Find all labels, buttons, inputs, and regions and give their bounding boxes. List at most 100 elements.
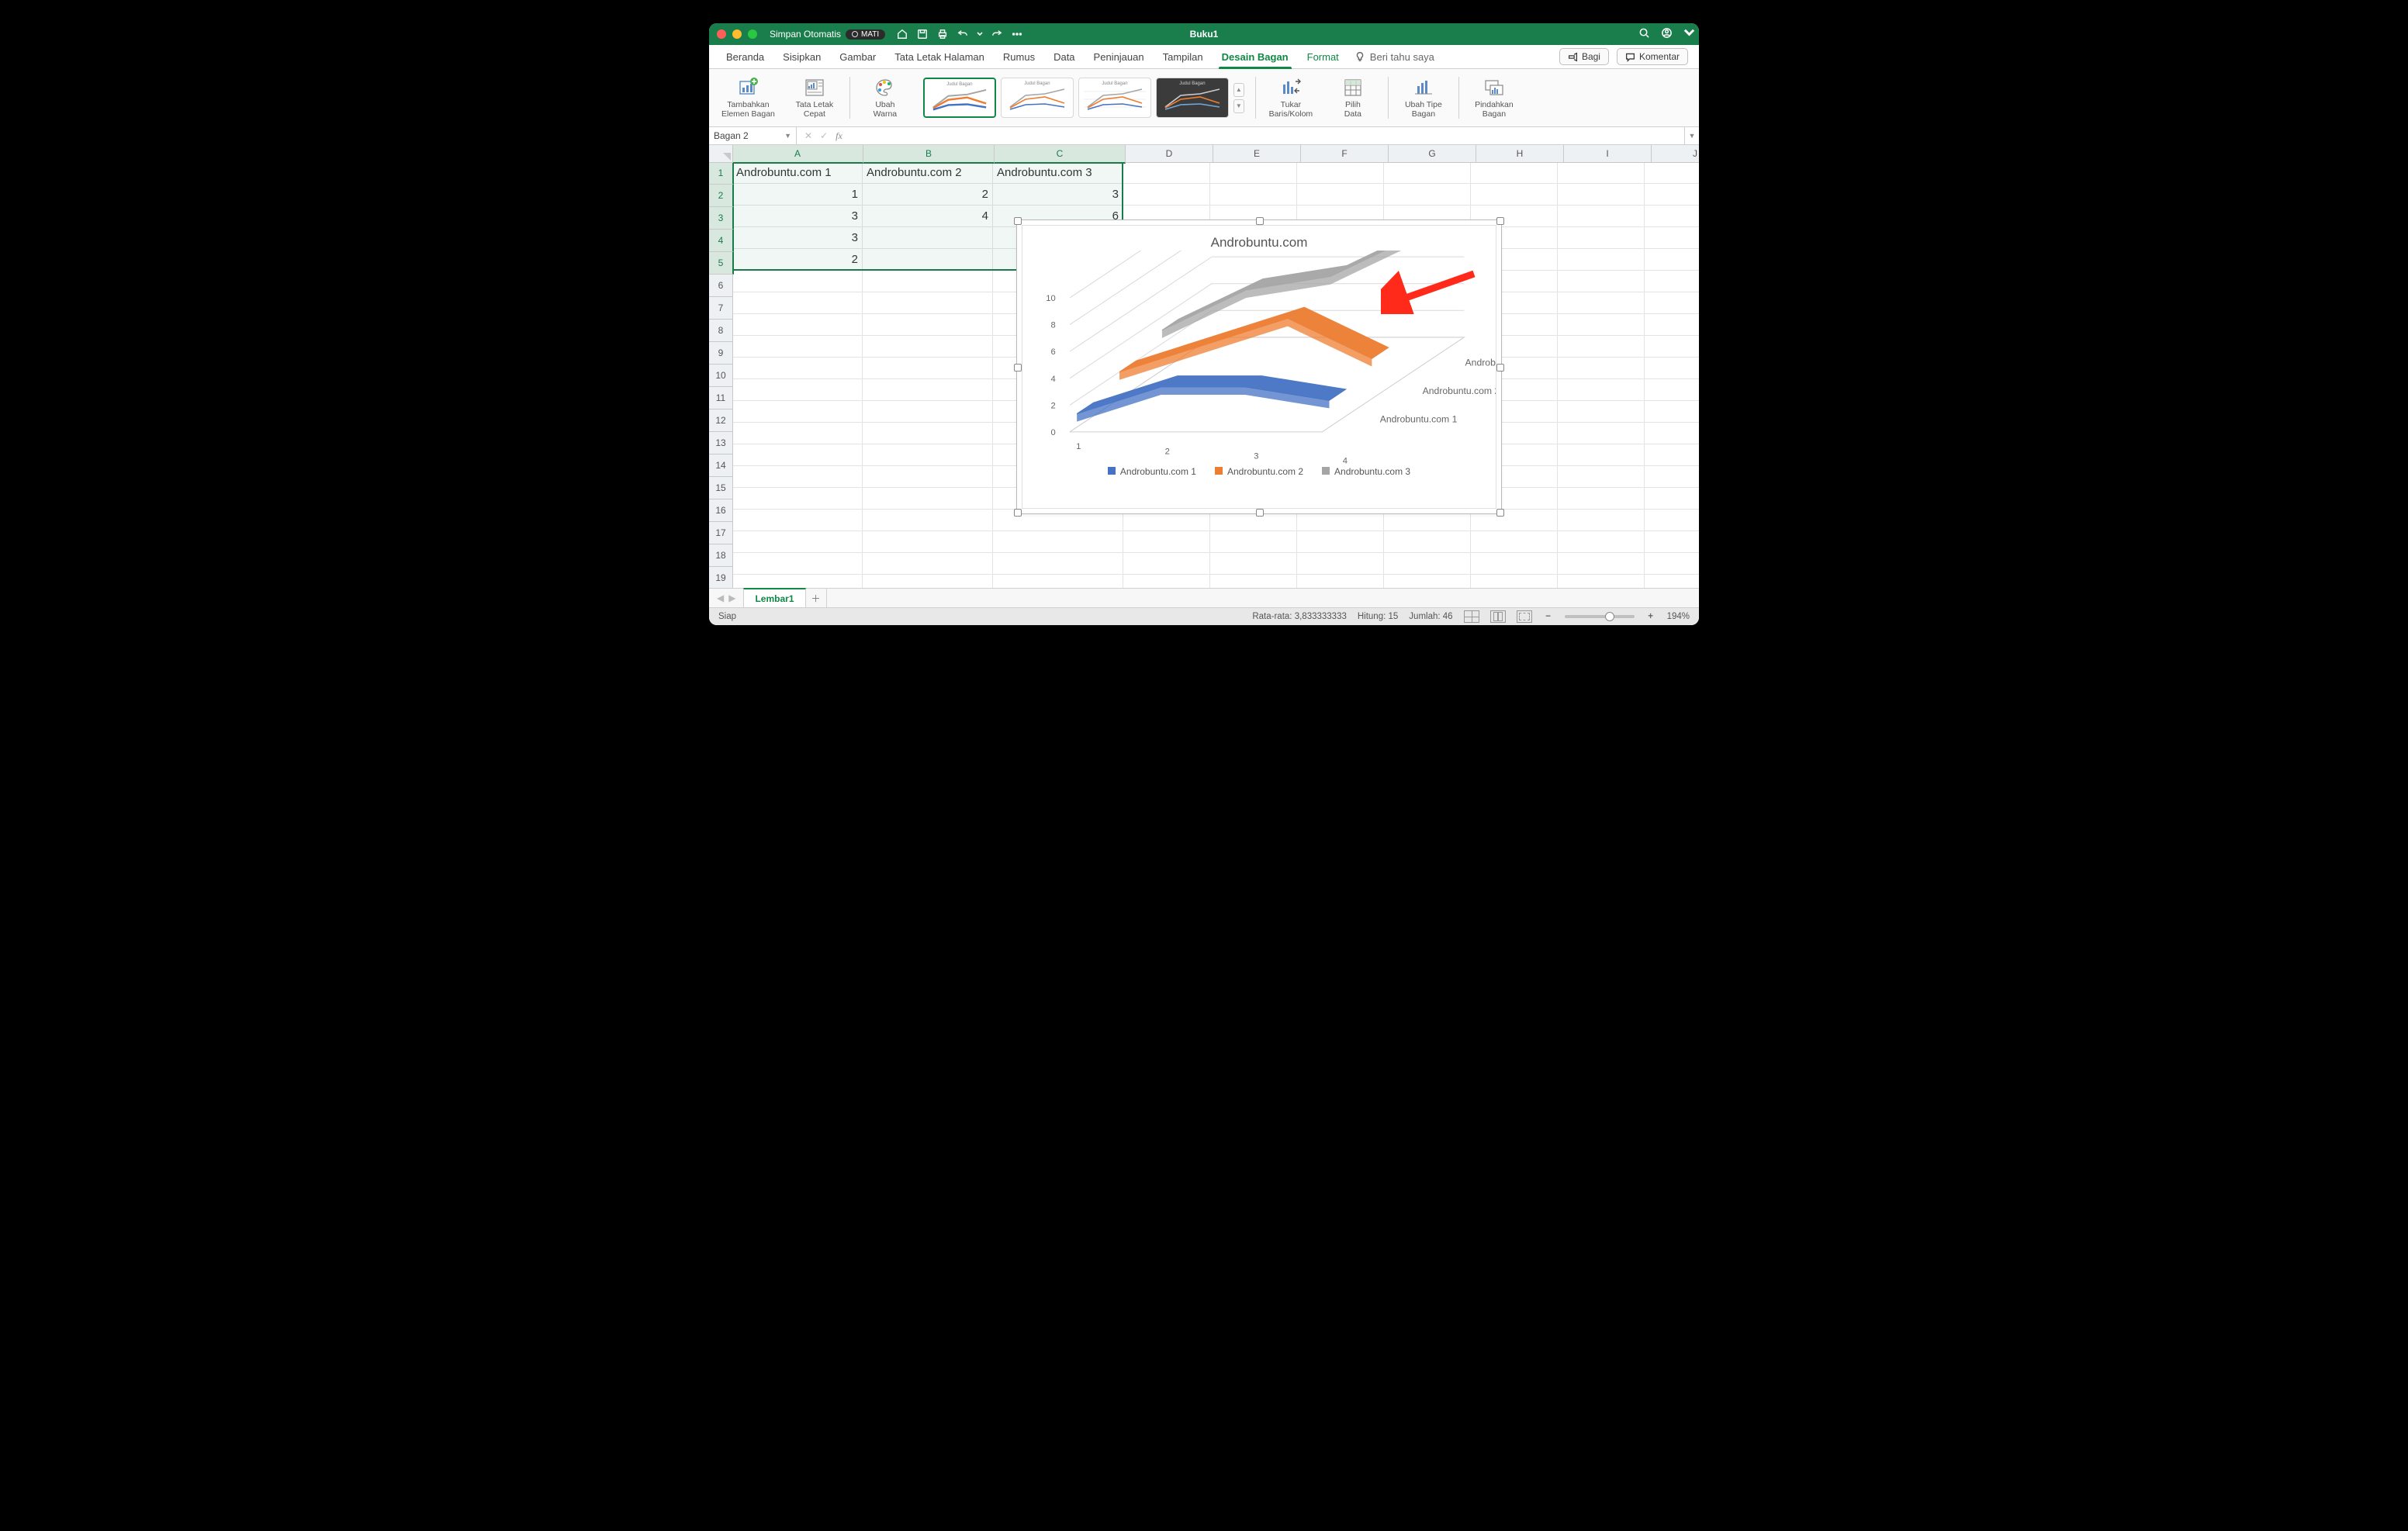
row-header[interactable]: 18 xyxy=(709,544,733,567)
cell[interactable] xyxy=(863,358,993,379)
cell[interactable] xyxy=(1558,227,1645,249)
cell[interactable] xyxy=(732,292,863,314)
column-header[interactable]: H xyxy=(1476,145,1564,163)
cell[interactable] xyxy=(1645,358,1699,379)
account-dropdown-icon[interactable] xyxy=(1683,27,1691,41)
cell[interactable] xyxy=(1558,271,1645,292)
row-header[interactable]: 6 xyxy=(709,275,733,297)
tab-draw[interactable]: Gambar xyxy=(830,45,885,68)
cell[interactable] xyxy=(1558,314,1645,336)
chart-handle-nw[interactable] xyxy=(1014,217,1022,225)
chart-style-4[interactable]: Judul Bagan xyxy=(1156,78,1229,118)
redo-icon[interactable] xyxy=(991,28,1003,40)
account-icon[interactable] xyxy=(1661,27,1673,41)
view-page-layout-icon[interactable] xyxy=(1490,610,1506,623)
cell[interactable] xyxy=(1645,531,1699,553)
cell[interactable] xyxy=(1297,184,1384,206)
cell[interactable] xyxy=(732,553,863,575)
chart-style-2[interactable]: Judul Bagan xyxy=(1001,78,1074,118)
cell[interactable] xyxy=(1645,510,1699,531)
row-header[interactable]: 19 xyxy=(709,567,733,588)
cell[interactable] xyxy=(863,292,993,314)
cell[interactable]: 3 xyxy=(732,206,863,227)
cell[interactable] xyxy=(1558,510,1645,531)
cell[interactable] xyxy=(1645,401,1699,423)
row-header[interactable]: 2 xyxy=(709,185,734,207)
cell[interactable] xyxy=(1558,292,1645,314)
cell[interactable] xyxy=(1645,292,1699,314)
cell[interactable] xyxy=(1123,184,1210,206)
cell[interactable] xyxy=(863,488,993,510)
cell[interactable] xyxy=(732,466,863,488)
cell[interactable] xyxy=(1384,162,1471,184)
cell[interactable] xyxy=(1558,488,1645,510)
cell[interactable] xyxy=(1210,553,1297,575)
cancel-icon[interactable]: ✕ xyxy=(804,130,812,141)
autosave-toggle[interactable]: Simpan Otomatis MATI xyxy=(770,29,885,40)
gallery-scroll-up-icon[interactable]: ▲ xyxy=(1233,83,1244,97)
cell[interactable] xyxy=(1558,336,1645,358)
tab-home[interactable]: Beranda xyxy=(717,45,773,68)
cell[interactable] xyxy=(993,531,1123,553)
row-header[interactable]: 1 xyxy=(709,162,734,185)
cell[interactable] xyxy=(1558,379,1645,401)
comments-button[interactable]: Komentar xyxy=(1617,48,1688,65)
save-icon[interactable] xyxy=(916,28,929,40)
cell[interactable] xyxy=(732,314,863,336)
cell[interactable]: 4 xyxy=(863,206,993,227)
chart-handle-s[interactable] xyxy=(1256,509,1264,517)
close-window-icon[interactable] xyxy=(717,29,726,39)
cell[interactable] xyxy=(863,314,993,336)
cell[interactable]: Androbuntu.com 2 xyxy=(863,162,993,184)
confirm-icon[interactable]: ✓ xyxy=(820,130,828,141)
cell[interactable] xyxy=(1558,184,1645,206)
sheet-tab-active[interactable]: Lembar1 xyxy=(743,588,805,607)
cell[interactable] xyxy=(1645,444,1699,466)
cell[interactable] xyxy=(1645,314,1699,336)
cell[interactable] xyxy=(863,510,993,531)
cell[interactable] xyxy=(1645,575,1699,588)
cell[interactable] xyxy=(1297,553,1384,575)
view-page-break-icon[interactable] xyxy=(1517,610,1532,623)
name-box[interactable]: Bagan 2 ▼ xyxy=(709,127,797,144)
cell[interactable]: 2 xyxy=(732,249,863,271)
cell[interactable] xyxy=(863,271,993,292)
cell[interactable] xyxy=(1210,184,1297,206)
select-all-corner[interactable] xyxy=(709,145,733,163)
zoom-in-button[interactable]: + xyxy=(1645,612,1656,621)
tab-chart-design[interactable]: Desain Bagan xyxy=(1213,45,1298,68)
cell[interactable] xyxy=(1558,162,1645,184)
cell[interactable] xyxy=(732,358,863,379)
column-header[interactable]: I xyxy=(1564,145,1652,163)
cell[interactable] xyxy=(1558,444,1645,466)
cell[interactable] xyxy=(1471,531,1558,553)
cell[interactable] xyxy=(1645,553,1699,575)
cell[interactable] xyxy=(1558,249,1645,271)
chart-handle-e[interactable] xyxy=(1496,364,1504,372)
cell[interactable] xyxy=(1384,531,1471,553)
worksheet-grid[interactable]: ABCDEFGHIJ 12345678910111213141516171819… xyxy=(709,145,1699,588)
cell[interactable] xyxy=(1558,358,1645,379)
fullscreen-window-icon[interactable] xyxy=(748,29,757,39)
column-header[interactable]: A xyxy=(732,145,863,164)
cell[interactable] xyxy=(863,466,993,488)
column-header[interactable]: C xyxy=(995,145,1126,164)
tab-view[interactable]: Tampilan xyxy=(1154,45,1213,68)
cell[interactable] xyxy=(1210,531,1297,553)
view-normal-icon[interactable] xyxy=(1464,610,1479,623)
cell[interactable] xyxy=(1384,553,1471,575)
column-header[interactable]: E xyxy=(1213,145,1301,163)
cell[interactable] xyxy=(993,553,1123,575)
column-header[interactable]: B xyxy=(863,145,995,164)
row-header[interactable]: 7 xyxy=(709,297,733,320)
cell[interactable]: 3 xyxy=(993,184,1123,206)
row-header[interactable]: 8 xyxy=(709,320,733,342)
undo-dropdown-icon[interactable] xyxy=(977,28,983,40)
tab-insert[interactable]: Sisipkan xyxy=(773,45,830,68)
row-header[interactable]: 5 xyxy=(709,252,734,275)
tab-formulas[interactable]: Rumus xyxy=(994,45,1044,68)
print-icon[interactable] xyxy=(936,28,949,40)
row-header[interactable]: 4 xyxy=(709,230,734,252)
cell[interactable] xyxy=(863,401,993,423)
column-header[interactable]: J xyxy=(1652,145,1699,163)
